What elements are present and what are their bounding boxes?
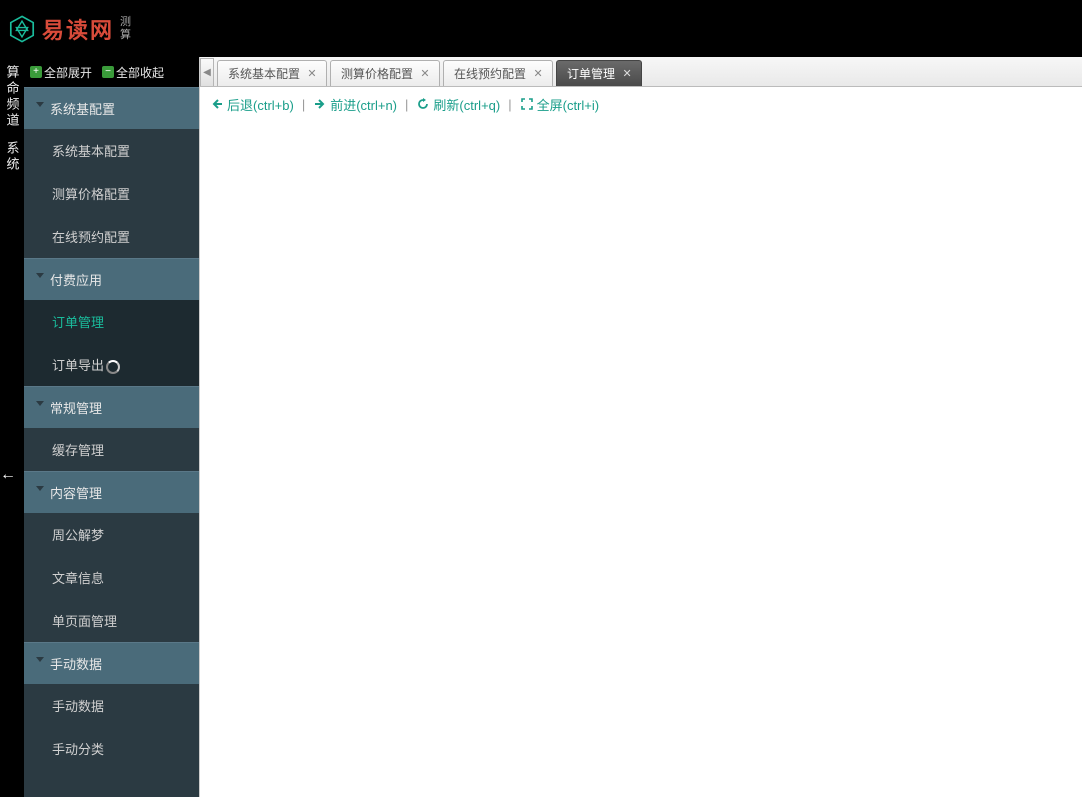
menu-group[interactable]: 内容管理 xyxy=(24,471,199,513)
menu-item[interactable]: 测算价格配置 xyxy=(24,172,199,215)
separator: | xyxy=(405,97,408,112)
menu-item-label: 测算价格配置 xyxy=(52,184,130,203)
fullscreen-icon xyxy=(520,97,534,111)
sidebar: + 全部展开 − 全部收起 系统基配置系统基本配置测算价格配置在线预约配置付费应… xyxy=(24,57,199,797)
action-bar: 后退(ctrl+b) | 前进(ctrl+n) | 刷新(ctrl+q) | xyxy=(200,87,1082,121)
menu-item-label: 单页面管理 xyxy=(52,611,117,630)
plus-icon: + xyxy=(30,66,42,78)
tab-label: 订单管理 xyxy=(567,65,615,82)
menu-item[interactable]: 订单导出 xyxy=(24,343,199,386)
collapse-sidebar-icon[interactable]: ← xyxy=(0,465,20,485)
close-icon[interactable]: ✕ xyxy=(419,68,431,80)
tab[interactable]: 系统基本配置 ✕ xyxy=(217,60,327,86)
menu-group[interactable]: 常规管理 xyxy=(24,386,199,428)
menu-item-label: 文章信息 xyxy=(52,568,104,587)
forward-button[interactable]: 前进(ctrl+n) xyxy=(313,95,397,114)
menu-group[interactable]: 付费应用 xyxy=(24,258,199,300)
loading-icon xyxy=(106,360,120,374)
tab[interactable]: 在线预约配置 ✕ xyxy=(443,60,553,86)
tab-label: 系统基本配置 xyxy=(228,65,300,82)
logo-subtitle: 测 算 xyxy=(120,16,131,40)
menu-item[interactable]: 周公解梦 xyxy=(24,513,199,556)
menu-item-label: 缓存管理 xyxy=(52,440,104,459)
sidebar-toolbar: + 全部展开 − 全部收起 xyxy=(24,57,199,87)
menu-item-label: 手动分类 xyxy=(52,739,104,758)
vnav-channel[interactable]: 算命频道 xyxy=(3,65,22,129)
menu-group[interactable]: 手动数据 xyxy=(24,642,199,684)
separator: | xyxy=(508,97,511,112)
menu-item[interactable]: 单页面管理 xyxy=(24,599,199,642)
close-icon[interactable]: ✕ xyxy=(621,68,633,80)
expand-all-button[interactable]: + 全部展开 xyxy=(30,64,92,81)
close-icon[interactable]: ✕ xyxy=(306,68,318,80)
tabs-bar: ◀ 系统基本配置 ✕ 测算价格配置 ✕ 在线预约配置 ✕ 订单管理 ✕ xyxy=(200,57,1082,87)
vnav-system[interactable]: 系统 xyxy=(3,141,22,173)
fullscreen-button[interactable]: 全屏(ctrl+i) xyxy=(520,95,599,114)
separator: | xyxy=(302,97,305,112)
close-icon[interactable]: ✕ xyxy=(532,68,544,80)
menu-group[interactable]: 系统基配置 xyxy=(24,87,199,129)
arrow-right-icon xyxy=(313,97,327,111)
menu-item[interactable]: 文章信息 xyxy=(24,556,199,599)
content-area xyxy=(200,121,1082,797)
menu-item-label: 在线预约配置 xyxy=(52,227,130,246)
tab[interactable]: 订单管理 ✕ xyxy=(556,60,642,86)
menu-item-label: 订单管理 xyxy=(52,312,104,331)
menu-item[interactable]: 在线预约配置 xyxy=(24,215,199,258)
main-panel: ◀ 系统基本配置 ✕ 测算价格配置 ✕ 在线预约配置 ✕ 订单管理 ✕ 后退(ctrl+b) … xyxy=(199,57,1082,797)
tab-label: 测算价格配置 xyxy=(341,65,413,82)
arrow-left-icon xyxy=(210,97,224,111)
menu-item[interactable]: 手动分类 xyxy=(24,727,199,770)
tabs-scroll-left[interactable]: ◀ xyxy=(200,58,214,86)
menu-item[interactable]: 系统基本配置 xyxy=(24,129,199,172)
collapse-all-button[interactable]: − 全部收起 xyxy=(102,64,164,81)
menu-item[interactable]: 缓存管理 xyxy=(24,428,199,471)
app-header: 易读网 测 算 xyxy=(0,0,1082,57)
logo-text: 易读网 xyxy=(42,13,114,45)
menu-item[interactable]: 订单管理 xyxy=(24,300,199,343)
logo-icon xyxy=(8,15,36,43)
tab-label: 在线预约配置 xyxy=(454,65,526,82)
menu-item-label: 系统基本配置 xyxy=(52,141,130,160)
menu-item-label: 周公解梦 xyxy=(52,525,104,544)
tab[interactable]: 测算价格配置 ✕ xyxy=(330,60,440,86)
back-button[interactable]: 后退(ctrl+b) xyxy=(210,95,294,114)
minus-icon: − xyxy=(102,66,114,78)
refresh-button[interactable]: 刷新(ctrl+q) xyxy=(416,95,500,114)
menu-item-label: 手动数据 xyxy=(52,696,104,715)
refresh-icon xyxy=(416,97,430,111)
menu-item-label: 订单导出 xyxy=(52,355,104,374)
vertical-nav: 算命频道 系统 ← xyxy=(0,57,24,797)
menu-item[interactable]: 手动数据 xyxy=(24,684,199,727)
